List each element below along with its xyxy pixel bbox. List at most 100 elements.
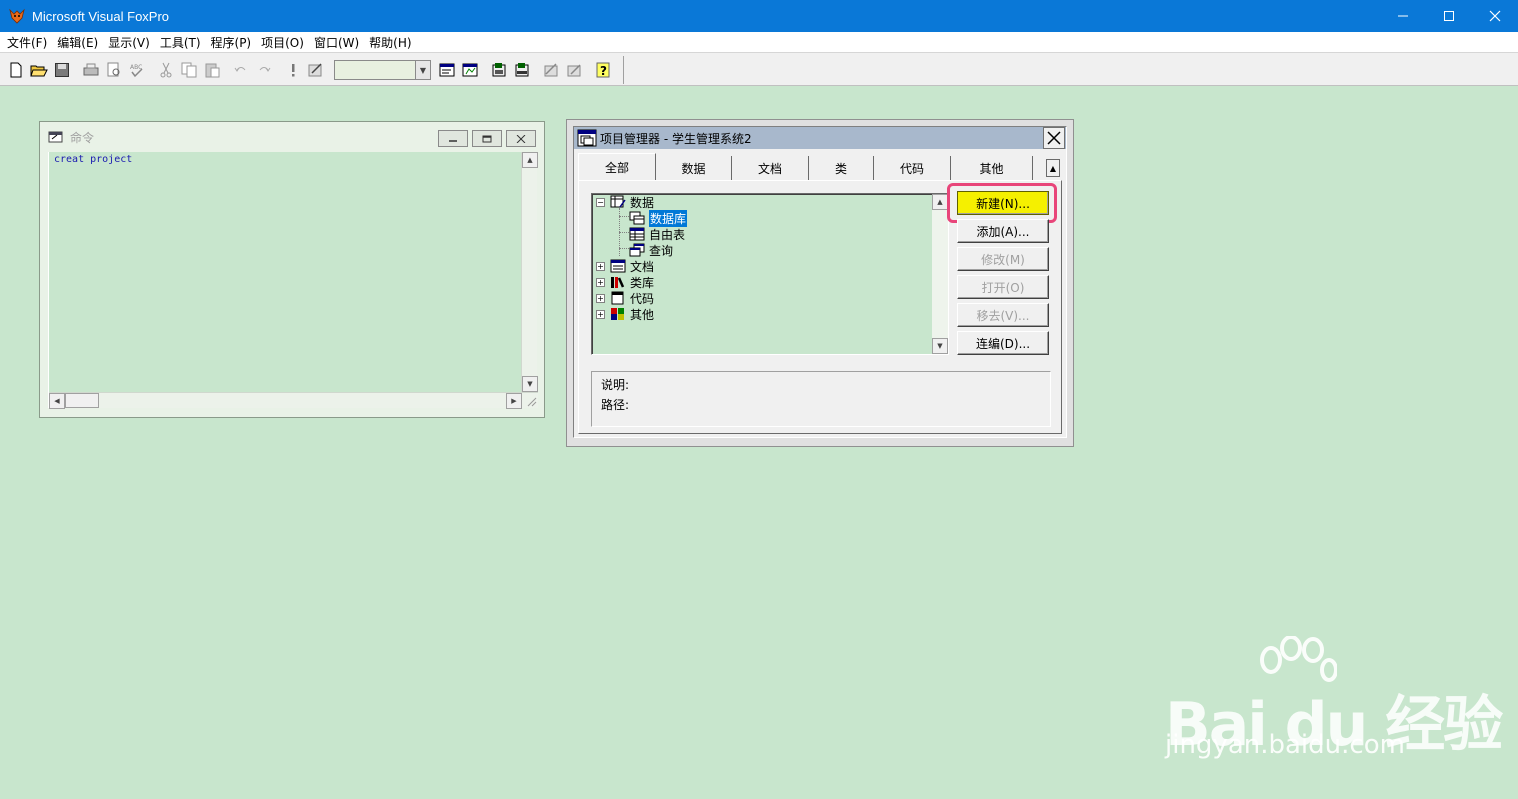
chevron-down-icon[interactable]: ▼ [415, 60, 431, 80]
paste-button[interactable] [201, 59, 223, 81]
report-wizard-button[interactable] [563, 59, 585, 81]
help-button[interactable]: ? [592, 59, 614, 81]
description-panel: 说明: 路径: [591, 371, 1051, 427]
form-designer-icon [492, 63, 506, 77]
new-button[interactable] [5, 59, 27, 81]
tab-collapse-icon[interactable]: ▲ [1046, 159, 1060, 177]
menu-tools[interactable]: 工具(T) [155, 34, 206, 51]
project-manager-titlebar[interactable]: 项目管理器 - 学生管理系统2 [574, 127, 1066, 149]
command-horizontal-scrollbar[interactable]: ◀ ▶ [49, 392, 538, 409]
tree-item-query[interactable]: 查询 [629, 242, 673, 258]
print-icon [83, 63, 99, 76]
menu-project[interactable]: 项目(O) [256, 34, 309, 51]
tab-documents[interactable]: 文档 [732, 156, 809, 180]
modify-button[interactable]: 修改(M) [957, 247, 1049, 271]
remove-button[interactable]: 移去(V)... [957, 303, 1049, 327]
save-icon [55, 63, 69, 77]
query-icon [629, 243, 645, 257]
database-combo[interactable]: ▼ [334, 60, 431, 80]
tree-expand-documents[interactable]: + [596, 262, 605, 271]
scroll-up-icon[interactable]: ▲ [522, 152, 538, 168]
command-close-button[interactable] [506, 130, 536, 147]
close-button[interactable] [1472, 0, 1518, 32]
cut-button[interactable] [155, 59, 177, 81]
tree-expand-code[interactable]: + [596, 294, 605, 303]
tree-item-documents[interactable]: 文档 [610, 258, 654, 274]
command-window-titlebar[interactable]: 命令 [40, 122, 544, 152]
scroll-up-icon[interactable]: ▲ [932, 194, 948, 210]
tree-item-free-table[interactable]: 自由表 [629, 226, 685, 242]
project-close-button[interactable] [1043, 127, 1065, 149]
command-input[interactable]: creat project ▲ ▼ ◀ ▶ [48, 152, 538, 409]
maximize-icon [482, 135, 492, 142]
command-window-icon [48, 130, 64, 144]
menu-file[interactable]: 文件(F) [2, 34, 52, 51]
command-minimize-button[interactable] [438, 130, 468, 147]
svg-text:?: ? [600, 64, 607, 78]
horizontal-scroll-thumb[interactable] [65, 393, 99, 408]
menu-program[interactable]: 程序(P) [206, 34, 257, 51]
modify-form-button[interactable] [305, 59, 327, 81]
open-button[interactable]: 打开(O) [957, 275, 1049, 299]
modify-form-icon [308, 63, 322, 77]
menu-edit[interactable]: 编辑(E) [52, 34, 103, 51]
project-tree[interactable]: − 数据 数据库 自由表 查询 + 文档 + 类库 + 代码 + 其他 ▲ ▼ [591, 193, 949, 355]
copy-button[interactable] [178, 59, 200, 81]
form-designer-button[interactable] [488, 59, 510, 81]
scroll-right-icon[interactable]: ▶ [506, 393, 522, 409]
scroll-left-icon[interactable]: ◀ [49, 393, 65, 409]
app-title: Microsoft Visual FoxPro [32, 8, 170, 24]
add-button[interactable]: 添加(A)... [957, 219, 1049, 243]
data-session-icon [462, 63, 478, 77]
report-designer-button[interactable] [511, 59, 533, 81]
tab-classes[interactable]: 类 [809, 156, 874, 180]
form-wizard-button[interactable] [540, 59, 562, 81]
scroll-down-icon[interactable]: ▼ [522, 376, 538, 392]
save-button[interactable] [51, 59, 73, 81]
undo-button[interactable] [230, 59, 252, 81]
resize-grip-icon[interactable] [522, 392, 538, 408]
tree-item-other[interactable]: 其他 [610, 306, 654, 322]
table-icon [629, 227, 645, 241]
run-icon [292, 64, 295, 77]
tree-collapse-data[interactable]: − [596, 198, 605, 207]
tab-data[interactable]: 数据 [656, 156, 732, 180]
command-vertical-scrollbar[interactable]: ▲ ▼ [521, 152, 538, 392]
data-session-button[interactable] [459, 59, 481, 81]
open-button[interactable] [28, 59, 50, 81]
tab-all[interactable]: 全部 [578, 153, 656, 180]
new-button[interactable]: 新建(N)... [957, 191, 1049, 215]
print-preview-button[interactable] [103, 59, 125, 81]
build-button[interactable]: 连编(D)... [957, 331, 1049, 355]
spell-check-icon: ABC [130, 64, 143, 78]
minimize-button[interactable] [1380, 0, 1426, 32]
tab-other[interactable]: 其他 [951, 156, 1033, 180]
spell-check-button[interactable]: ABC [126, 59, 148, 81]
report-designer-icon [515, 63, 529, 77]
menu-help[interactable]: 帮助(H) [364, 34, 416, 51]
maximize-button[interactable] [1426, 0, 1472, 32]
tree-expand-other[interactable]: + [596, 310, 605, 319]
tree-item-data[interactable]: 数据 [610, 194, 654, 210]
undo-icon [234, 67, 246, 72]
tree-vertical-scrollbar[interactable]: ▲ ▼ [932, 194, 948, 354]
data-icon [610, 195, 626, 209]
scroll-down-icon[interactable]: ▼ [932, 338, 948, 354]
tree-item-class-lib[interactable]: 类库 [610, 274, 654, 290]
baidu-watermark: Bai du 经验 jingyan.baidu.com [1165, 636, 1503, 776]
standard-toolbar: ABC ▼ ? [0, 52, 1518, 86]
redo-button[interactable] [253, 59, 275, 81]
menu-window[interactable]: 窗口(W) [309, 34, 364, 51]
run-button[interactable] [282, 59, 304, 81]
minimize-icon [1398, 15, 1408, 17]
tab-code[interactable]: 代码 [874, 156, 951, 180]
project-window-icon [577, 129, 597, 147]
tree-item-code[interactable]: 代码 [610, 290, 654, 306]
tree-expand-class-lib[interactable]: + [596, 278, 605, 287]
command-window-button[interactable] [436, 59, 458, 81]
menu-view[interactable]: 显示(V) [103, 34, 155, 51]
command-maximize-button[interactable] [472, 130, 502, 147]
print-button[interactable] [80, 59, 102, 81]
paste-icon [205, 63, 220, 78]
tree-item-database[interactable]: 数据库 [629, 209, 688, 227]
